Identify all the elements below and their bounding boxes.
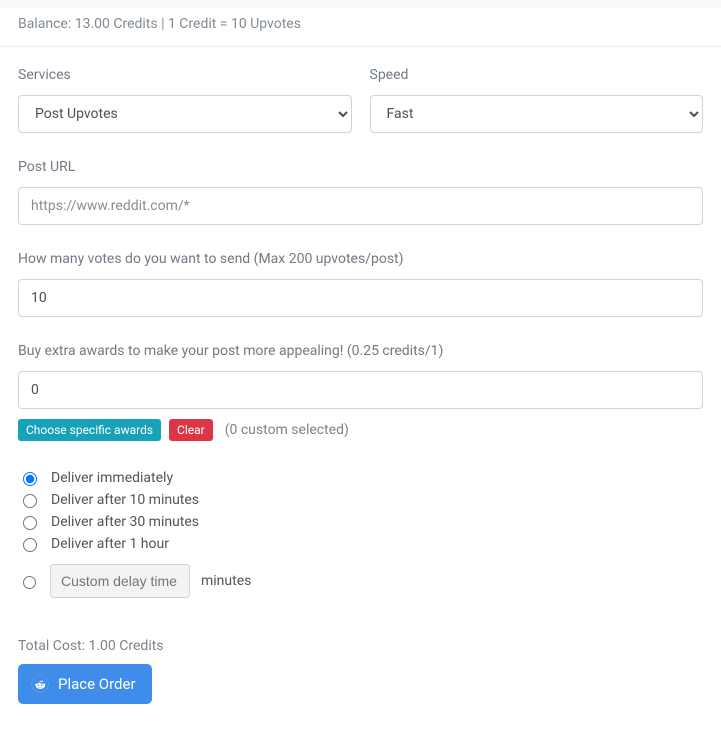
delivery-option-label: Deliver after 10 minutes — [51, 492, 199, 508]
order-form: Services Post Upvotes Speed Fast Post UR… — [0, 47, 721, 724]
delivery-options: Deliver immediately Deliver after 10 min… — [18, 469, 703, 598]
delivery-option-1hour[interactable]: Deliver after 1 hour — [18, 535, 703, 552]
top-strip — [0, 0, 721, 8]
post-url-input[interactable] — [18, 187, 703, 225]
delivery-option-10min[interactable]: Deliver after 10 minutes — [18, 491, 703, 508]
speed-label: Speed — [370, 67, 704, 83]
delivery-radio[interactable] — [23, 576, 36, 589]
delivery-option-label: Deliver immediately — [51, 470, 173, 486]
delivery-radio[interactable] — [23, 472, 37, 486]
delivery-option-custom[interactable]: minutes — [18, 564, 703, 598]
delivery-option-label: Deliver after 30 minutes — [51, 514, 199, 530]
clear-awards-button[interactable]: Clear — [169, 419, 213, 441]
awards-input[interactable] — [18, 371, 703, 409]
votes-input[interactable] — [18, 279, 703, 317]
reddit-icon — [30, 674, 50, 694]
votes-label: How many votes do you want to send (Max … — [18, 251, 703, 267]
custom-delay-input[interactable] — [50, 564, 190, 598]
custom-delay-suffix: minutes — [201, 573, 251, 589]
services-label: Services — [18, 67, 352, 83]
awards-selected-count: (0 custom selected) — [225, 422, 349, 438]
speed-select[interactable]: Fast — [370, 95, 704, 133]
place-order-button[interactable]: Place Order — [18, 664, 152, 704]
balance-text: Balance: 13.00 Credits | 1 Credit = 10 U… — [18, 16, 301, 32]
balance-bar: Balance: 13.00 Credits | 1 Credit = 10 U… — [0, 8, 721, 47]
awards-label: Buy extra awards to make your post more … — [18, 343, 703, 359]
post-url-label: Post URL — [18, 159, 703, 175]
place-order-label: Place Order — [58, 675, 136, 693]
total-cost: Total Cost: 1.00 Credits — [18, 638, 703, 654]
services-select[interactable]: Post Upvotes — [18, 95, 352, 133]
delivery-option-30min[interactable]: Deliver after 30 minutes — [18, 513, 703, 530]
delivery-option-immediate[interactable]: Deliver immediately — [18, 469, 703, 486]
delivery-option-label: Deliver after 1 hour — [51, 536, 169, 552]
delivery-radio[interactable] — [23, 516, 37, 530]
delivery-radio[interactable] — [23, 494, 37, 508]
choose-awards-button[interactable]: Choose specific awards — [18, 419, 161, 441]
delivery-radio[interactable] — [23, 538, 37, 552]
